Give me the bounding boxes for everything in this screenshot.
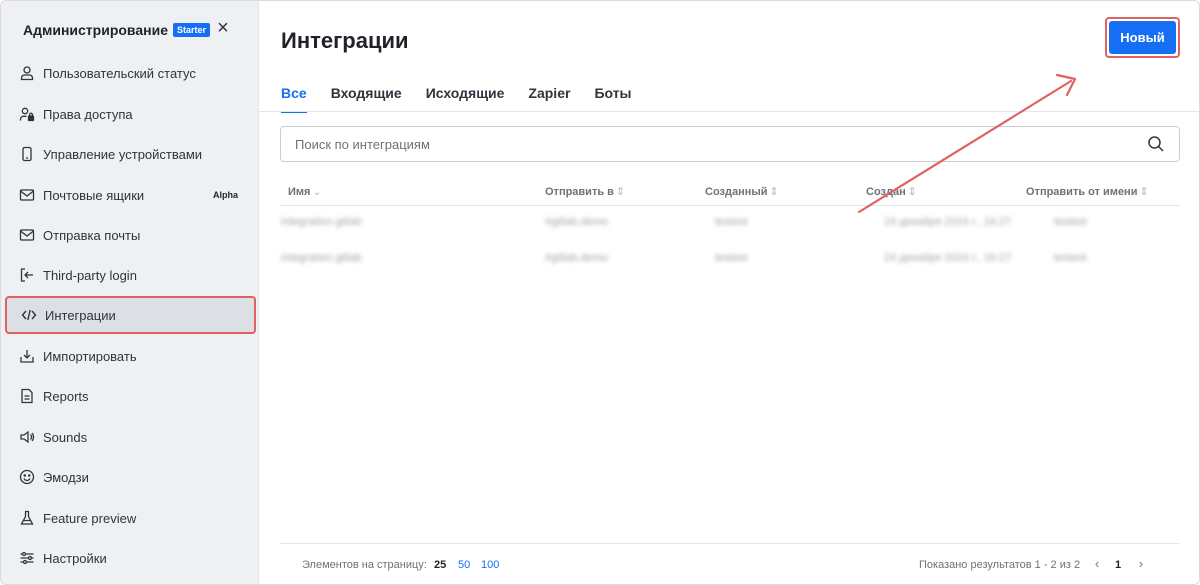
main-content: Интеграции Новый Все Входящие Исходящие … [259,1,1199,584]
sidebar-item-email-sending[interactable]: Отправка почты [5,216,256,254]
chevron-left-icon[interactable]: ‹ [1090,556,1104,572]
sidebar-item-reports[interactable]: Reports [5,377,256,415]
column-header-name[interactable]: Имя ⌄ [288,185,322,198]
plan-badge: Starter [172,23,210,37]
sidebar-header: Администрирование Starter × [23,18,243,41]
sidebar-item-mailboxes[interactable]: Почтовые ящики Alpha [5,176,256,214]
table-header-divider [280,205,1180,206]
cell-created: 24 декабря 2024 г., 16:27 [884,252,1012,264]
cell-name: integration gitlab [281,252,362,264]
per-page-option-100[interactable]: 100 [481,559,499,571]
sidebar-item-label: Эмодзи [43,469,89,485]
new-integration-button[interactable]: Новый [1109,21,1176,54]
search-icon[interactable] [1147,135,1165,153]
page-number[interactable]: 1 [1115,559,1121,571]
sidebar-item-import[interactable]: Импортировать [5,337,256,375]
sidebar-item-label: Reports [43,388,89,404]
tab-zapier[interactable]: Zapier [528,85,570,111]
sidebar-item-feature-preview[interactable]: Feature preview [5,499,256,537]
alpha-badge: Alpha [212,190,238,200]
search-input[interactable] [295,136,1147,152]
sidebar-item-label: Пользовательский статус [43,65,196,81]
user-icon [19,65,35,81]
cell-send-to: #gitlab.demo [545,252,608,264]
cell-send-to: #gitlab.demo [545,216,608,228]
emoji-icon [19,469,35,485]
sidebar-item-label: Feature preview [43,510,137,526]
sidebar-item-sounds[interactable]: Sounds [5,418,256,456]
mail-icon [19,187,35,203]
mail-icon [19,227,35,243]
login-icon [19,267,35,283]
sidebar-item-emoji[interactable]: Эмодзи [5,458,256,496]
integration-tabs: Все Входящие Исходящие Zapier Боты [281,85,656,113]
sidebar-item-label: Отправка почты [43,227,141,243]
sidebar-item-label: Sounds [43,429,88,445]
sidebar-item-permissions[interactable]: Права доступа [5,95,256,133]
per-page-option-50[interactable]: 50 [458,559,470,571]
search-box [280,126,1180,162]
sort-icon: ⇕ [615,186,626,198]
results-count: Показано результатов 1 - 2 из 2 [919,559,1081,571]
close-icon[interactable]: × [213,18,233,39]
sidebar-item-user-status[interactable]: Пользовательский статус [5,54,256,92]
import-icon [19,348,35,364]
pagination-divider [280,543,1180,544]
chevron-right-icon[interactable]: › [1134,556,1148,572]
tab-all[interactable]: Все [281,85,307,113]
code-icon [21,307,37,323]
sidebar-item-device-management[interactable]: Управление устройствами [5,135,256,173]
sidebar-item-integrations[interactable]: Интеграции [5,296,256,334]
cell-name: integration gitlab [281,216,362,228]
sort-icon: ⇕ [1139,186,1149,198]
per-page-label: Элементов на страницу: [302,559,427,571]
column-header-created-by[interactable]: Созданный ⇕ [705,185,779,198]
column-header-created[interactable]: Создан ⇕ [866,185,917,198]
tab-incoming[interactable]: Входящие [331,85,402,111]
tab-outgoing[interactable]: Исходящие [426,85,505,111]
sort-icon: ⇕ [769,186,779,198]
cell-post-as: testest [1054,216,1087,228]
new-button-highlight: Новый [1105,17,1180,58]
sidebar-item-label: Интеграции [45,307,116,323]
speaker-icon [19,429,35,445]
cell-created-by: testest [715,252,748,264]
tabs-divider [259,111,1199,112]
sidebar-item-label: Права доступа [43,106,133,122]
cell-post-as: testest [1054,252,1087,264]
tab-bots[interactable]: Боты [594,85,631,111]
sidebar-item-label: Управление устройствами [43,146,203,162]
sidebar-item-third-party-login[interactable]: Third-party login [5,256,256,294]
app-window: Администрирование Starter × Пользователь… [0,0,1200,585]
sidebar-item-label: Third-party login [43,267,137,283]
admin-sidebar: Администрирование Starter × Пользователь… [1,1,259,584]
column-header-send-to[interactable]: Отправить в ⇕ [545,185,625,198]
sliders-icon [19,550,35,566]
user-lock-icon [19,106,35,122]
column-header-post-as[interactable]: Отправить от имени ⇕ [1026,185,1149,198]
sidebar-item-label: Импортировать [43,348,137,364]
cell-created: 24 декабря 2024 г., 16:27 [884,216,1012,228]
per-page-option-25[interactable]: 25 [434,559,446,571]
document-icon [19,388,35,404]
sidebar-title: Администрирование [23,22,168,38]
page-title: Интеграции [281,28,409,53]
sort-icon: ⇕ [907,186,917,198]
sidebar-item-label: Настройки [43,550,107,566]
sidebar-item-label: Почтовые ящики [43,187,145,203]
sidebar-item-settings[interactable]: Настройки [5,539,256,577]
cell-created-by: testest [715,216,748,228]
mobile-icon [19,146,35,162]
sort-icon: ⌄ [312,186,322,198]
flask-icon [19,510,35,526]
